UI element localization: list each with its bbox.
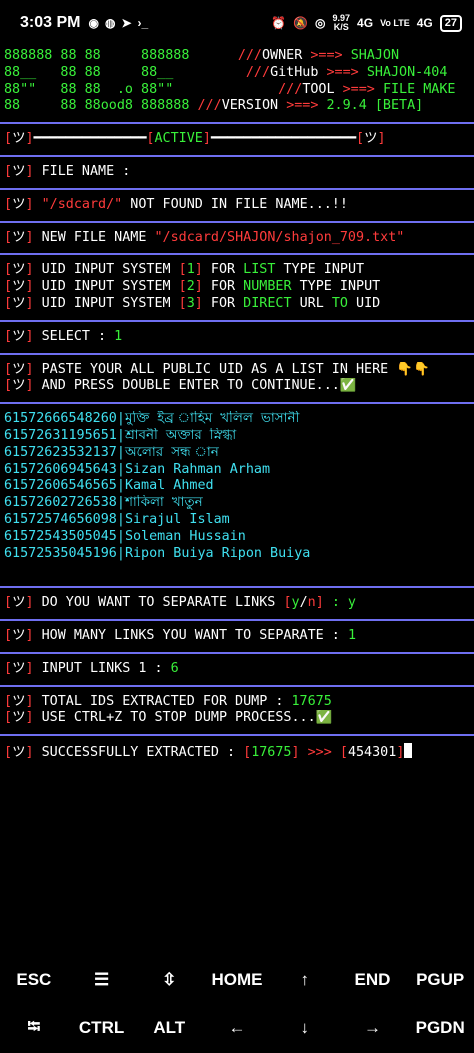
scroll-key[interactable]: ⇳ [135,970,203,990]
tag-glyph: ツ [12,131,26,147]
battery-indicator: 27 [439,14,462,32]
not-found-line: [ツ] "/sdcard/" NOT FOUND IN FILE NAME...… [4,196,348,212]
messenger-icon: ◍ [104,16,116,30]
separator [0,651,474,654]
arrow-left-key[interactable]: ← [203,1018,271,1038]
banner-line: 88__ 88 88 88__ ///GitHub >==> SHAJON-40… [4,64,448,80]
list-item: 61572535045196|Ripon Buiya Ripon Buiya [4,545,311,561]
total-ids-line: [ツ] TOTAL IDS EXTRACTED FOR DUMP : 17675 [4,693,332,709]
tag-glyph: ツ [12,745,26,760]
tag-glyph: ツ [12,262,26,278]
separator [0,122,474,125]
page-up-key[interactable]: PGUP [406,970,474,990]
separator [0,618,474,621]
file-name-line: [ツ] FILE NAME : [4,163,131,179]
separator [0,586,474,589]
status-time: 3:03 PM [20,14,81,31]
new-file-line: [ツ] NEW FILE NAME "/sdcard/SHAJON/shajon… [4,229,405,245]
tag-glyph: ツ [12,710,26,726]
banner-line: 888888 88 88 888888 ///OWNER >==> SHAJON [4,48,400,63]
uid-list: 61572666548260|মুক্তি ইব্র াহিম খলিল ভাস… [4,411,470,562]
tag-glyph: ツ [12,378,26,394]
list-item: 61572606546565|Kamal Ahmed [4,478,214,494]
net-speed: 9.97 K/S [332,13,351,32]
mute-icon: 🔕 [293,16,309,30]
how-many-line: [ツ] HOW MANY LINKS YOU WANT TO SEPARATE … [4,627,356,643]
network-2: Vo LTE [380,17,410,28]
tag-glyph: ツ [12,660,26,676]
tag-glyph: ツ [12,361,26,377]
separator [0,734,474,737]
telegram-icon: ➤ [121,16,132,30]
uid-menu-option: [ツ] UID INPUT SYSTEM [2] FOR NUMBER TYPE… [4,279,381,295]
notification-icon: ◉ [88,16,99,30]
uid-menu-option: [ツ] UID INPUT SYSTEM [1] FOR LIST TYPE I… [4,262,365,278]
paste-line-1: [ツ] PASTE YOUR ALL PUBLIC UID AS A LIST … [4,361,430,377]
separator [0,253,474,256]
list-item: 61572666548260|মুক্তি ইব্র াহিম খলিল ভাস… [4,411,300,427]
list-item: 61572602726538|শাকিলা খাতুন [4,495,203,511]
separator [0,220,474,223]
network-1: 4G [357,16,374,30]
terminal-output[interactable]: 888888 88 88 888888 ///OWNER >==> SHAJON… [0,48,474,760]
hotspot-icon: ◎ [315,16,326,30]
list-item: 61572631195651|শ্রাবনী অক্তার স্নিগ্ধা [4,427,237,443]
list-item: 61572543505045|Soleman Hussain [4,528,246,544]
tag-glyph: ツ [12,693,26,709]
separator [0,154,474,157]
separator [0,402,474,405]
ctrlz-line: [ツ] USE CTRL+Z TO STOP DUMP PROCESS...✅ [4,710,333,726]
alarm-icon: ⏰ [271,16,287,30]
list-item: 61572606945643|Sizan Rahman Arham [4,461,271,477]
uid-menu: [ツ] UID INPUT SYSTEM [1] FOR LIST TYPE I… [4,262,470,312]
home-key[interactable]: HOME [203,970,271,990]
extra-keys-row-1: ESC ☰ ⇳ HOME ↑ END PGUP [0,956,474,1004]
tag-glyph: ツ [12,328,26,344]
paste-line-2: [ツ] AND PRESS DOUBLE ENTER TO CONTINUE..… [4,378,357,394]
separator [0,684,474,687]
page-down-key[interactable]: PGDN [406,1018,474,1038]
tag-glyph: ツ [364,131,378,147]
ctrl-key[interactable]: CTRL [68,1018,136,1038]
arrow-up-key[interactable]: ↑ [271,970,339,990]
tag-glyph: ツ [12,279,26,295]
success-line: [ツ] SUCCESSFULLY EXTRACTED : [17675] >>>… [4,743,470,760]
tag-glyph: ツ [12,163,26,179]
status-bar: 3:03 PM ◉ ◍ ➤ ›_ ⏰ 🔕 ◎ 9.97 K/S 4G Vo LTE… [0,0,474,46]
banner: 888888 88 88 888888 ///OWNER >==> SHAJON… [4,48,470,115]
alt-key[interactable]: ALT [135,1018,203,1038]
end-key[interactable]: END [339,970,407,990]
tag-glyph: ツ [12,229,26,245]
text-cursor [404,743,413,759]
list-item: 61572623532137|অলোর সন্ধ ান [4,444,219,460]
extra-keys-row-2: ⭾ CTRL ALT ← ↓ → PGDN [0,1004,474,1052]
active-line: [ツ]━━━━━━━━━━━━━━[ACTIVE]━━━━━━━━━━━━━━━… [4,131,386,147]
tab-key[interactable]: ⭾ [0,1014,68,1043]
arrow-right-key[interactable]: → [339,1018,407,1038]
list-item: 61572574656098|Sirajul Islam [4,511,230,527]
separator [0,319,474,322]
tag-glyph: ツ [12,295,26,311]
select-line: [ツ] SELECT : 1 [4,328,123,344]
separator [0,187,474,190]
arrow-down-key[interactable]: ↓ [271,1018,339,1038]
separator [0,352,474,355]
extra-keys-bar: ESC ☰ ⇳ HOME ↑ END PGUP ⭾ CTRL ALT ← ↓ → PGDN [0,956,474,1053]
esc-key[interactable]: ESC [0,970,68,990]
tag-glyph: ツ [12,196,26,212]
uid-menu-option: [ツ] UID INPUT SYSTEM [3] FOR DIRECT URL … [4,295,381,311]
network-3: 4G [416,16,433,30]
banner-line: 88"" 88 88 .o 88"" ///TOOL >==> FILE MAK… [4,81,456,97]
separate-question-line: [ツ] DO YOU WANT TO SEPARATE LINKS [y/n] … [4,595,356,611]
banner-line: 88 88 88ood8 888888 ///VERSION >==> 2.9.… [4,98,424,114]
tag-glyph: ツ [12,595,26,611]
tag-glyph: ツ [12,627,26,643]
menu-key[interactable]: ☰ [68,970,136,990]
terminal-icon: ›_ [137,16,149,30]
input-links-line: [ツ] INPUT LINKS 1 : 6 [4,660,179,676]
